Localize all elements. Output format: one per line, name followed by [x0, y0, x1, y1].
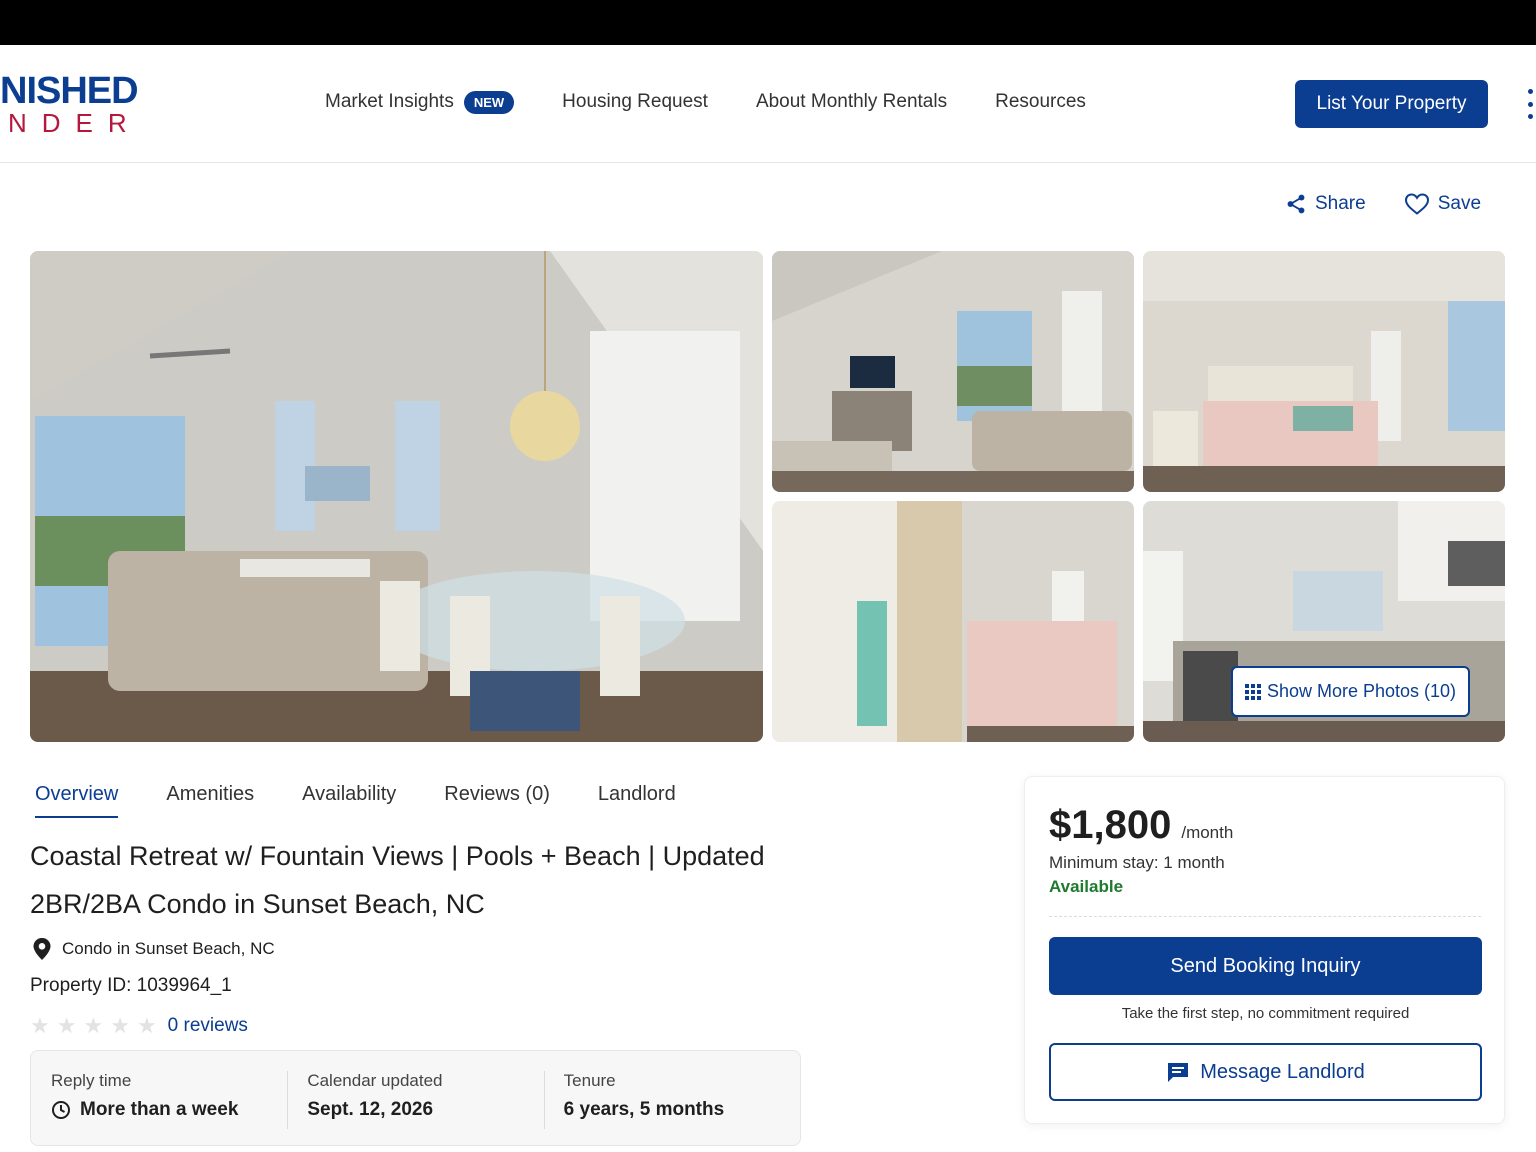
list-your-property-button[interactable]: List Your Property [1295, 80, 1488, 128]
send-booking-inquiry-button[interactable]: Send Booking Inquiry [1049, 937, 1482, 995]
nav-item-about-monthly-rentals[interactable]: About Monthly Rentals [756, 91, 947, 113]
new-badge: NEW [463, 90, 515, 114]
star-icon: ★ [136, 1013, 157, 1038]
tab-landlord[interactable]: Landlord [598, 783, 676, 818]
tab-availability[interactable]: Availability [302, 783, 396, 818]
stat-label: Reply time [51, 1071, 132, 1090]
availability-status: Available [1049, 877, 1124, 896]
clock-icon [52, 1101, 70, 1119]
divider [1049, 916, 1481, 917]
grid-icon [1244, 683, 1261, 700]
location-text: Condo in Sunset Beach, NC [62, 939, 275, 958]
gallery-photo-bathroom[interactable] [772, 501, 1134, 742]
share-label: Share [1315, 193, 1366, 214]
listing-actions: Share Save [1285, 192, 1481, 216]
nav-item-label: Market Insights [325, 91, 454, 112]
gallery-photo-bedroom[interactable] [1143, 251, 1505, 492]
main-photo[interactable] [30, 251, 763, 742]
nav-item-resources[interactable]: Resources [995, 91, 1086, 113]
reviews-link[interactable]: 0 reviews [168, 1015, 248, 1037]
listing-title: Coastal Retreat w/ Fountain Views | Pool… [30, 832, 830, 928]
stat-reply-time: Reply time More than a week [31, 1051, 287, 1145]
share-button[interactable]: Share [1285, 193, 1366, 215]
listing-title-line2: 2BR/2BA Condo in Sunset Beach, NC [30, 889, 485, 919]
rating-row: ★ ★ ★ ★ ★ 0 reviews [30, 1014, 248, 1038]
stat-tenure: Tenure 6 years, 5 months [543, 1051, 800, 1145]
listing-tabs: Overview Amenities Availability Reviews … [35, 783, 724, 818]
stat-calendar-updated: Calendar updated Sept. 12, 2026 [287, 1051, 543, 1145]
chat-icon [1168, 1063, 1189, 1082]
logo-text-bottom: NDER [8, 108, 142, 138]
stat-value: Sept. 12, 2026 [307, 1099, 434, 1120]
site-logo[interactable]: NISHED NDER [0, 71, 160, 141]
property-id: Property ID: 1039964_1 [30, 975, 232, 996]
site-header: NISHED NDER Market Insights NEW Housing … [0, 45, 1536, 163]
save-label: Save [1437, 193, 1482, 214]
message-landlord-button[interactable]: Message Landlord [1049, 1043, 1482, 1101]
price-row: $1,800 /month [1049, 803, 1233, 848]
more-menu-icon[interactable] [1528, 89, 1536, 119]
star-icon: ★ [110, 1013, 130, 1038]
price-period: /month [1181, 823, 1234, 842]
star-icon: ★ [83, 1013, 104, 1038]
message-landlord-label: Message Landlord [1200, 1060, 1365, 1083]
price: $1,800 [1049, 803, 1172, 847]
booking-card: $1,800 /month Minimum stay: 1 month Avai… [1024, 776, 1505, 1124]
photo-gallery: Show More Photos (10) [30, 251, 1505, 742]
star-icon: ★ [30, 1013, 50, 1038]
listing-title-line1: Coastal Retreat w/ Fountain Views | Pool… [30, 841, 765, 871]
map-pin-icon [33, 938, 51, 960]
browser-top-bar [0, 0, 1536, 45]
show-more-photos-label: Show More Photos (10) [1266, 681, 1457, 701]
stat-label: Tenure [563, 1071, 616, 1090]
share-icon [1287, 194, 1305, 214]
tab-overview[interactable]: Overview [35, 783, 119, 818]
gallery-photo-living-room[interactable] [772, 251, 1134, 492]
stat-label: Calendar updated [307, 1071, 443, 1090]
show-more-photos-button[interactable]: Show More Photos (10) [1231, 666, 1470, 717]
host-stats: Reply time More than a week Calendar upd… [30, 1050, 801, 1146]
nav-item-housing-request[interactable]: Housing Request [562, 91, 708, 113]
stat-value: More than a week [51, 1099, 267, 1121]
stat-value-text: More than a week [80, 1099, 239, 1120]
minimum-stay: Minimum stay: 1 month [1049, 853, 1225, 872]
nav-item-market-insights[interactable]: Market Insights NEW [325, 90, 515, 114]
main-nav: Market Insights NEW Housing Request Abou… [325, 90, 1134, 114]
heart-icon [1404, 193, 1429, 215]
inquiry-note: Take the first step, no commitment requi… [1121, 1005, 1410, 1022]
star-icon: ★ [56, 1013, 77, 1038]
listing-location: Condo in Sunset Beach, NC [32, 937, 275, 961]
save-button[interactable]: Save [1404, 192, 1481, 216]
stat-value: 6 years, 5 months [563, 1099, 725, 1120]
tab-reviews[interactable]: Reviews (0) [444, 783, 550, 818]
tab-amenities[interactable]: Amenities [166, 783, 254, 818]
logo-text-top: NISHED [0, 71, 139, 112]
